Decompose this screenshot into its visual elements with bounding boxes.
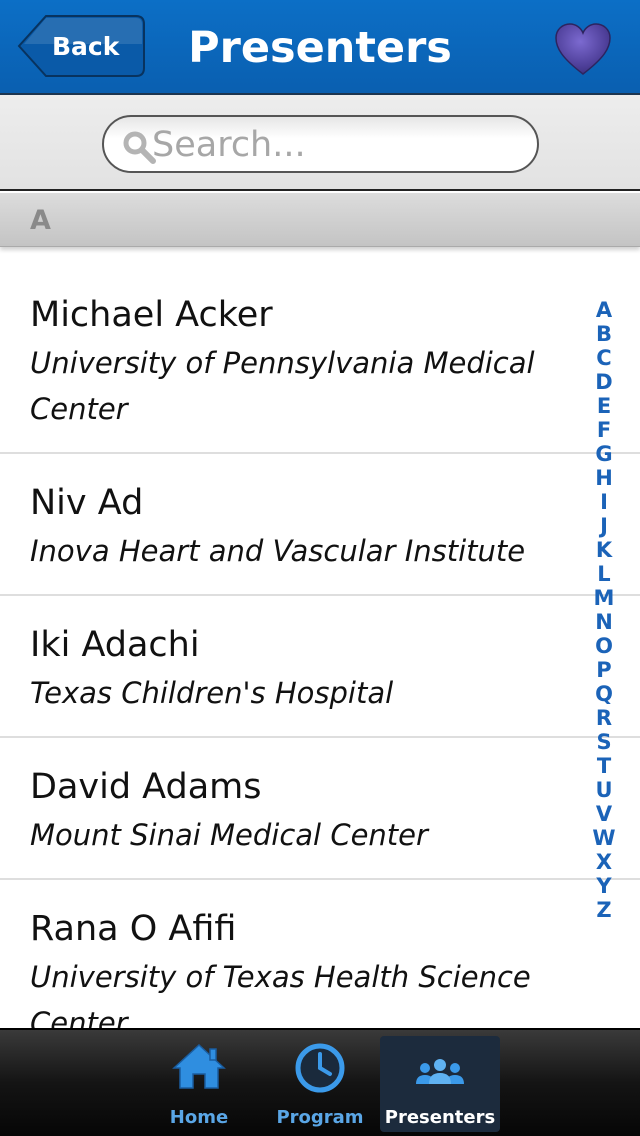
- presenter-name: Rana O Afifi: [30, 909, 237, 949]
- search-field[interactable]: [102, 115, 539, 173]
- index-letter-q[interactable]: Q: [588, 682, 620, 706]
- index-letter-t[interactable]: T: [588, 754, 620, 778]
- presenter-institution: Texas Children's Hospital: [30, 676, 394, 710]
- index-letter-h[interactable]: H: [588, 466, 620, 490]
- presenter-institution: University of Texas Health Science Cente…: [30, 960, 531, 1028]
- list-item[interactable]: Rana O Afifi University of Texas Health …: [0, 880, 640, 1028]
- index-letter-o[interactable]: O: [588, 634, 620, 658]
- tab-presenters[interactable]: Presenters: [380, 1036, 500, 1132]
- index-letter-g[interactable]: G: [588, 442, 620, 466]
- tab-presenters-label: Presenters: [384, 1107, 496, 1128]
- tab-program-label: Program: [276, 1107, 364, 1128]
- index-letter-y[interactable]: Y: [588, 874, 620, 898]
- index-letter-x[interactable]: X: [588, 850, 620, 874]
- presenter-name: Niv Ad: [30, 483, 144, 523]
- index-letter-r[interactable]: R: [588, 706, 620, 730]
- index-letter-s[interactable]: S: [588, 730, 620, 754]
- heart-icon[interactable]: [554, 22, 612, 76]
- index-letter-i[interactable]: I: [588, 490, 620, 514]
- index-letter-p[interactable]: P: [588, 658, 620, 682]
- index-letter-e[interactable]: E: [588, 394, 620, 418]
- index-letter-u[interactable]: U: [588, 778, 620, 802]
- people-icon: [416, 1059, 464, 1084]
- index-letter-j[interactable]: J: [588, 514, 620, 538]
- index-letter-z[interactable]: Z: [588, 898, 620, 922]
- header-bar: Back Presenters: [0, 0, 640, 95]
- alphabet-index[interactable]: A B C D E F G H I J K L M N O P Q R S T …: [588, 298, 620, 922]
- presenter-name: David Adams: [30, 767, 262, 807]
- home-icon: [172, 1043, 226, 1089]
- tab-program[interactable]: Program: [270, 1036, 370, 1132]
- presenter-name: Michael Acker: [30, 295, 273, 335]
- presenter-institution: University of Pennsylvania Medical Cente…: [30, 346, 535, 426]
- list-item[interactable]: Iki Adachi Texas Children's Hospital: [0, 596, 640, 738]
- index-letter-a[interactable]: A: [588, 298, 620, 322]
- tab-home-label: Home: [169, 1107, 229, 1128]
- index-letter-d[interactable]: D: [588, 370, 620, 394]
- page-title: Presenters: [188, 23, 452, 73]
- list-item[interactable]: Niv Ad Inova Heart and Vascular Institut…: [0, 454, 640, 596]
- section-letter: A: [30, 205, 51, 236]
- tab-bar: Home Program Presenters: [0, 1028, 640, 1136]
- list-item[interactable]: David Adams Mount Sinai Medical Center: [0, 738, 640, 880]
- index-letter-c[interactable]: C: [588, 346, 620, 370]
- presenter-institution: Inova Heart and Vascular Institute: [30, 534, 526, 568]
- index-letter-m[interactable]: M: [588, 586, 620, 610]
- search-bar: [0, 95, 640, 191]
- index-letter-b[interactable]: B: [588, 322, 620, 346]
- section-header: A: [0, 193, 640, 247]
- search-input[interactable]: [152, 121, 522, 169]
- clock-icon: [295, 1043, 345, 1093]
- presenter-name: Iki Adachi: [30, 625, 200, 665]
- index-letter-w[interactable]: W: [588, 826, 620, 850]
- index-letter-n[interactable]: N: [588, 610, 620, 634]
- search-icon: [123, 131, 156, 164]
- index-letter-l[interactable]: L: [588, 562, 620, 586]
- tab-home[interactable]: Home: [150, 1036, 248, 1132]
- index-letter-f[interactable]: F: [588, 418, 620, 442]
- index-letter-k[interactable]: K: [588, 538, 620, 562]
- list-item[interactable]: Michael Acker University of Pennsylvania…: [0, 248, 640, 454]
- presenter-list: Michael Acker University of Pennsylvania…: [0, 248, 640, 1028]
- index-letter-v[interactable]: V: [588, 802, 620, 826]
- presenter-institution: Mount Sinai Medical Center: [30, 818, 428, 852]
